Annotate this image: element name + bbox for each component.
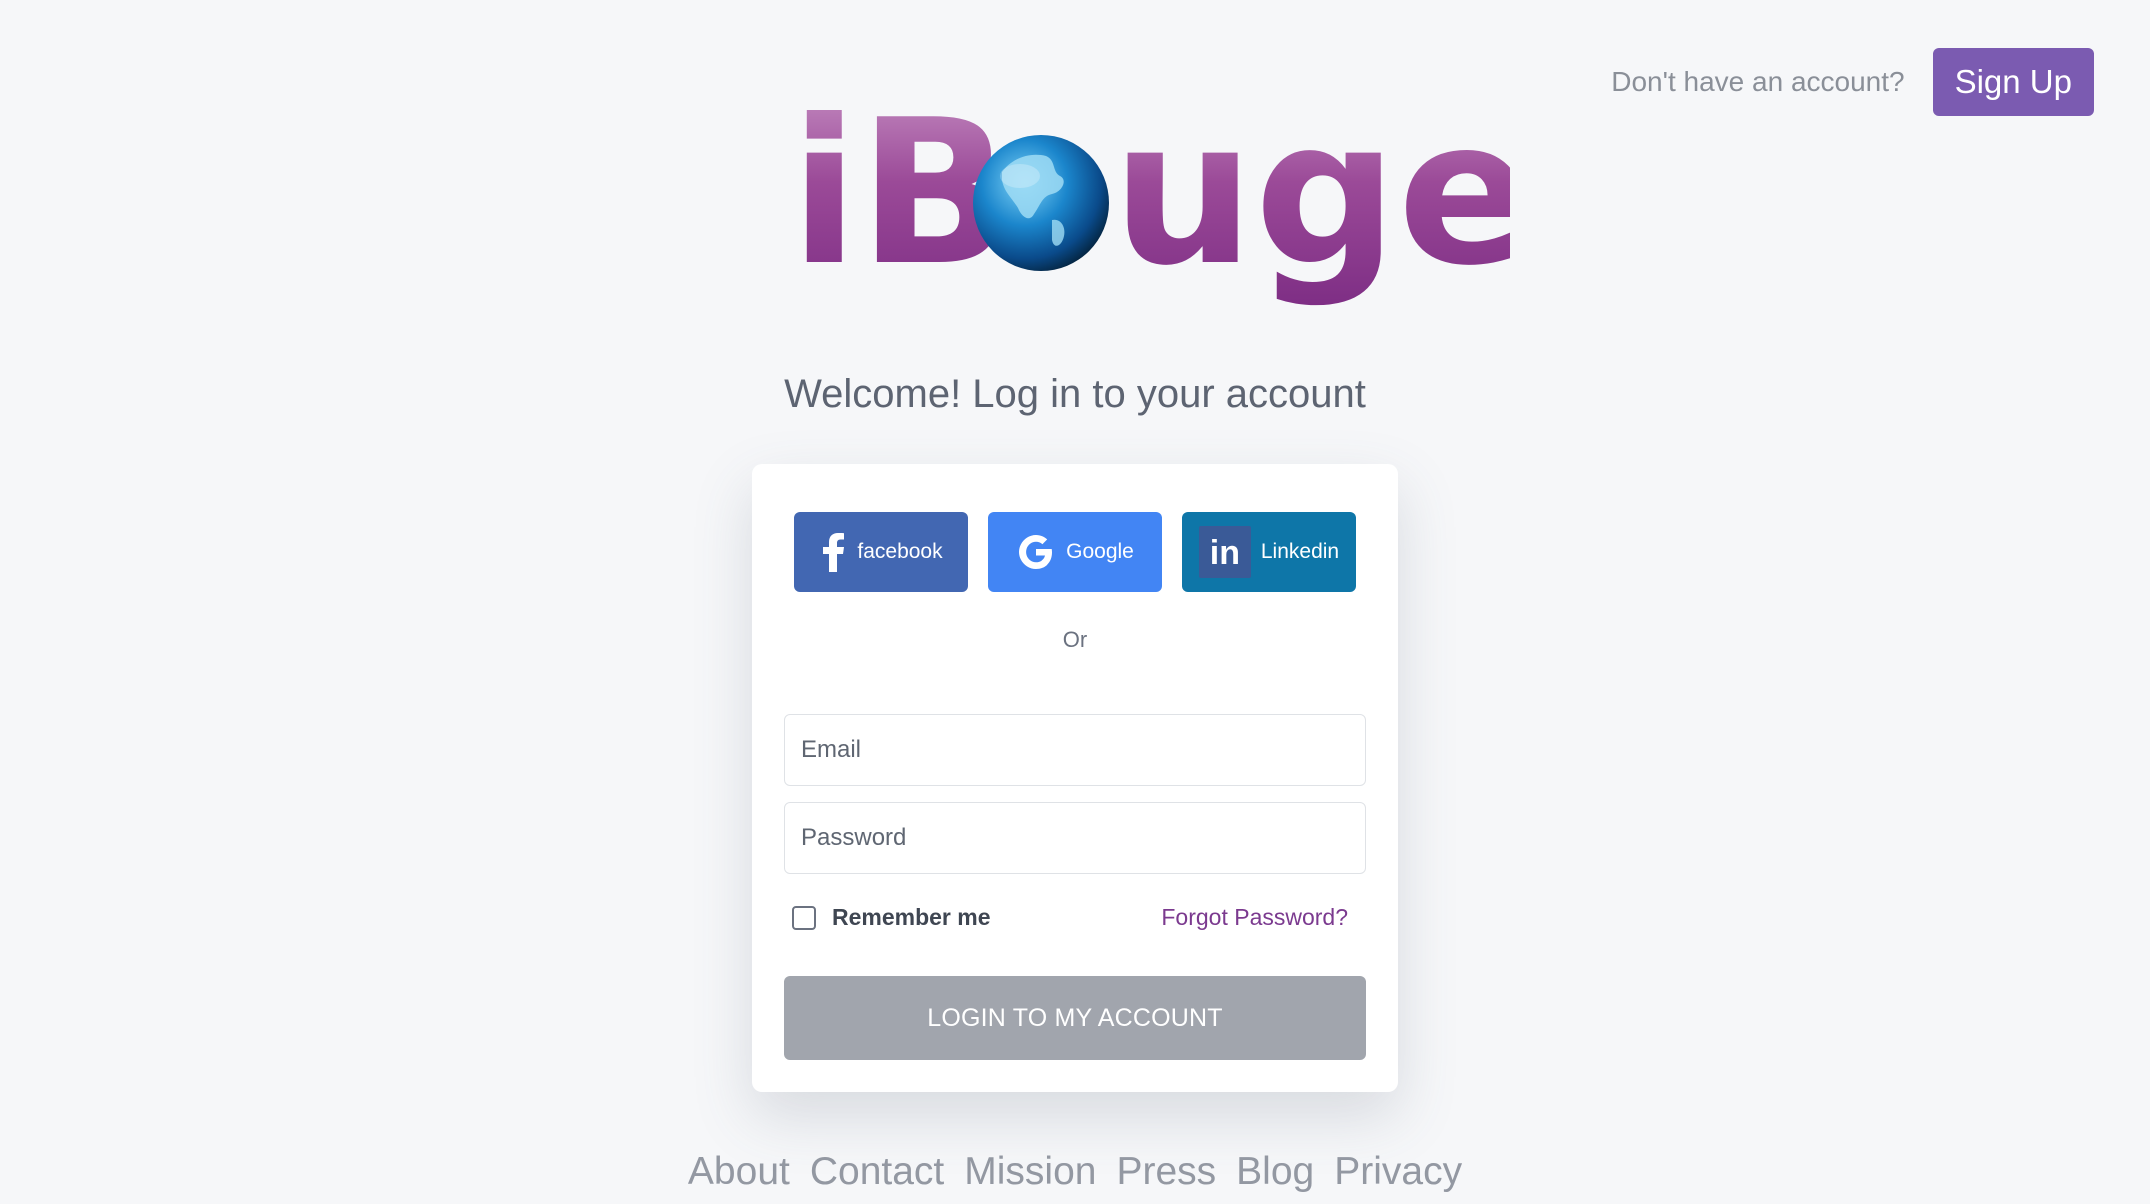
- login-options-row: Remember me Forgot Password?: [792, 904, 1348, 931]
- facebook-icon: [819, 532, 847, 572]
- signup-button[interactable]: Sign Up: [1932, 48, 2094, 116]
- google-icon: [1016, 532, 1056, 572]
- linkedin-icon: in: [1198, 526, 1251, 578]
- welcome-heading: Welcome! Log in to your account: [784, 372, 1366, 416]
- header-signup-area: Don't have an account? Sign Up: [1611, 48, 2094, 116]
- login-card: facebook Google in Linkedin Or Remember …: [752, 464, 1398, 1092]
- password-field[interactable]: [784, 802, 1366, 874]
- google-label: Google: [1066, 540, 1134, 563]
- email-field[interactable]: [784, 714, 1366, 786]
- login-page: Don't have an account? Sign Up iB uge We…: [0, 0, 2150, 1204]
- linkedin-label: Linkedin: [1260, 540, 1340, 563]
- ibouge-logo: iB uge: [790, 80, 1510, 310]
- social-login-row: facebook Google in Linkedin: [794, 512, 1356, 592]
- facebook-label: facebook: [857, 540, 943, 563]
- remember-me-label: Remember me: [832, 904, 991, 930]
- linkedin-login-button[interactable]: in Linkedin: [1182, 512, 1356, 592]
- remember-me-checkbox[interactable]: [792, 905, 816, 930]
- footer-link-about[interactable]: About: [688, 1150, 790, 1194]
- footer-link-mission[interactable]: Mission: [964, 1150, 1096, 1194]
- remember-me-group: Remember me: [792, 904, 991, 931]
- forgot-password-link[interactable]: Forgot Password?: [1161, 904, 1348, 931]
- signup-prompt: Don't have an account?: [1611, 66, 1905, 97]
- login-button[interactable]: LOGIN TO MY ACCOUNT: [784, 976, 1366, 1060]
- logo-text-right: uge: [1112, 80, 1510, 310]
- footer-link-contact[interactable]: Contact: [810, 1150, 944, 1194]
- footer-link-blog[interactable]: Blog: [1236, 1150, 1314, 1194]
- footer-link-privacy[interactable]: Privacy: [1334, 1150, 1462, 1194]
- footer-nav: About Contact Mission Press Blog Privacy: [0, 1150, 2150, 1194]
- or-divider: Or: [1062, 627, 1088, 652]
- google-login-button[interactable]: Google: [988, 512, 1162, 592]
- globe-icon: [973, 135, 1109, 271]
- footer-link-press[interactable]: Press: [1116, 1150, 1216, 1194]
- facebook-login-button[interactable]: facebook: [794, 512, 968, 592]
